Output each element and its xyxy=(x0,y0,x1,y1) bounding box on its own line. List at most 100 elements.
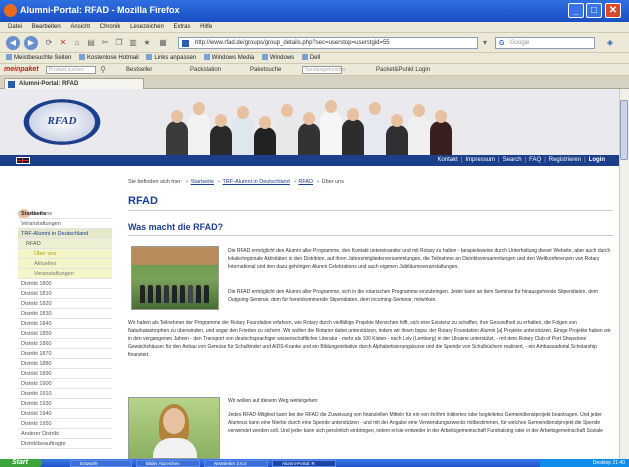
sidebar-item[interactable]: Distrikt 1880 xyxy=(18,359,112,369)
navigation-toolbar: ◀ ▶ ⟳ ✕ ⌂ ▤ ✂ ❐ ▥ ★ ▦ http://www.rfad.de… xyxy=(0,33,629,53)
bookmark-windows[interactable]: Windows xyxy=(262,53,294,64)
url-bar[interactable]: http://www.rfad.de/groups/group_details.… xyxy=(178,37,478,49)
bookmark-dell[interactable]: Dell xyxy=(302,53,320,64)
system-tray: Desktop 21:40 xyxy=(540,459,629,467)
menu-datei[interactable]: Datei xyxy=(8,22,22,33)
breadcrumb-rfad[interactable]: RFAD xyxy=(298,179,313,185)
home-icon[interactable]: ⌂ xyxy=(72,38,82,48)
sidebar-item[interactable]: Distrikt 1830 xyxy=(18,309,112,319)
tab-alumni-portal[interactable]: Alumni-Portal: RFAD xyxy=(4,78,144,89)
sidebar-item[interactable]: Distrikt 1870 xyxy=(18,349,112,359)
packstation-link[interactable]: Packstation xyxy=(190,64,221,76)
addon-icon[interactable]: ◈ xyxy=(605,38,615,48)
meinpaket-logo[interactable]: meinpaket xyxy=(4,64,39,76)
back-button[interactable]: ◀ xyxy=(6,36,20,50)
sidebar-item[interactable]: Distrikt 1890 xyxy=(18,369,112,379)
start-button[interactable]: Start xyxy=(0,459,42,467)
sidebar-item[interactable]: Distrikt 1950 xyxy=(18,419,112,429)
sidebar-item[interactable]: Aktuelles xyxy=(18,259,112,269)
sidebar-item[interactable]: Veranstaltungen xyxy=(18,219,112,229)
product-search-input[interactable]: Produkt suchen xyxy=(46,66,96,74)
bookmark-hotmail[interactable]: Kostenlose Hotmail xyxy=(79,53,139,64)
print-icon[interactable]: ▤ xyxy=(86,38,96,48)
sidebar-item[interactable]: RFAD xyxy=(18,239,112,249)
menu-extras[interactable]: Extras xyxy=(173,22,190,33)
sidebar-item[interactable]: Distriktbeauftragte xyxy=(18,439,112,449)
task-bilder[interactable]: Bilder Abzeichen xyxy=(136,460,200,467)
breadcrumb-startseite[interactable]: Startseite xyxy=(191,179,214,185)
sidebar-item[interactable]: Distrikt 1910 xyxy=(18,389,112,399)
sidebar-item[interactable]: Distrikt 1840 xyxy=(18,319,112,329)
addon-toolbar: meinpaket Produkt suchen ⚲ Bestseller Pa… xyxy=(0,64,629,76)
sidebar-item[interactable]: Distrikt 1930 xyxy=(18,399,112,409)
sidebar-item[interactable]: Distrikt 1820 xyxy=(18,299,112,309)
task-entwuerfe[interactable]: Entwürfe xyxy=(70,460,132,467)
bookmark-meistbesucht[interactable]: Meistbesuchte Seiten xyxy=(6,53,71,64)
maximize-button[interactable]: □ xyxy=(586,3,602,18)
paketsuche-link[interactable]: Paketsuche xyxy=(250,64,281,76)
site-top-navigation: Kontakt | Impressum | Search | FAQ | Registriere… xyxy=(0,155,619,166)
sidebar-item[interactable]: Distrikt 1850 xyxy=(18,329,112,339)
portrait-photo xyxy=(128,397,220,459)
divider xyxy=(128,210,613,211)
task-newsletter[interactable]: Newsletter 2.6.0 xyxy=(204,460,268,467)
paragraph-5: Jedes RFAD-Mitglied kann bei der RFAD di… xyxy=(228,412,603,434)
paragraph-3: Wir haben als Teilnehmer der Programme d… xyxy=(128,320,611,358)
sidebar-item[interactable]: Distrikt 1940 xyxy=(18,409,112,419)
search-link[interactable]: Search xyxy=(503,157,522,163)
menu-chronik[interactable]: Chronik xyxy=(100,22,121,33)
task-alumni-portal[interactable]: Alumni-Portal: R xyxy=(272,460,336,467)
sidebar-item[interactable]: Distrikt 1860 xyxy=(18,339,112,349)
menu-bearbeiten[interactable]: Bearbeiten xyxy=(32,22,61,33)
login-link[interactable]: Login xyxy=(589,157,605,163)
dropdown-icon[interactable]: ▾ xyxy=(480,38,490,48)
bookmark-links-anpassen[interactable]: Links anpassen xyxy=(146,53,196,64)
page-viewport: RFAD Kontakt | Impressum | Search | FAQ | Regist… xyxy=(0,89,629,459)
copy-icon[interactable]: ❐ xyxy=(114,38,124,48)
close-button[interactable]: ✕ xyxy=(605,3,621,18)
sidebar-item[interactable]: Distrikt 1900 xyxy=(18,379,112,389)
sidebar-nav: Startseite Wir über uns Veranstaltungen TRF… xyxy=(18,209,112,449)
login-link[interactable]: Packet&Punkt Login xyxy=(376,64,430,76)
reload-icon[interactable]: ⟳ xyxy=(44,38,54,48)
breadcrumb-trf-alumni[interactable]: TRF-Alumni in Deutschland xyxy=(223,179,290,185)
breadcrumb: Sie befinden sich hier: » Startseite » TRF… xyxy=(128,179,344,185)
bookmark-windows-media[interactable]: Windows Media xyxy=(204,53,254,64)
sidebar-item[interactable]: Distrikt 1810 xyxy=(18,289,112,299)
top-links: Kontakt | Impressum | Search | FAQ | Registriere… xyxy=(437,157,605,163)
tracking-number-input[interactable]: Sendungsnummer xyxy=(302,66,346,74)
uk-flag-icon[interactable] xyxy=(16,157,30,164)
tab-label: Alumni-Portal: RFAD xyxy=(19,81,79,87)
sidebar-item[interactable]: Distrikt 1800 xyxy=(18,279,112,289)
bookmark-icon[interactable]: ★ xyxy=(142,38,152,48)
impressum-link[interactable]: Impressum xyxy=(465,157,495,163)
scrollbar-thumb[interactable] xyxy=(620,100,628,160)
minimize-button[interactable]: _ xyxy=(568,3,584,18)
menu-ansicht[interactable]: Ansicht xyxy=(70,22,90,33)
registrieren-link[interactable]: Registrieren xyxy=(549,157,581,163)
menu-hilfe[interactable]: Hilfe xyxy=(200,22,212,33)
search-input[interactable]: G Google xyxy=(495,37,595,49)
forward-button[interactable]: ▶ xyxy=(24,36,38,50)
faq-link[interactable]: FAQ xyxy=(529,157,541,163)
paste-icon[interactable]: ▥ xyxy=(128,38,138,48)
menu-lesezeichen[interactable]: Lesezeichen xyxy=(130,22,164,33)
paragraph-1: Die RFAD ermöglicht den Alumni aller Pro… xyxy=(228,248,611,270)
stop-icon[interactable]: ✕ xyxy=(58,38,68,48)
search-placeholder: Google xyxy=(510,40,530,46)
tab-favicon-icon xyxy=(8,81,15,88)
bestseller-link[interactable]: Bestseller xyxy=(126,64,152,76)
breadcrumb-prefix: Sie befinden sich hier: xyxy=(128,179,183,185)
paragraph-2: Die RFAD ermöglicht den Alumni aller Pro… xyxy=(228,289,598,303)
breadcrumb-current: Über uns xyxy=(321,179,344,185)
sidebar-item[interactable]: Anderer Distrikt xyxy=(18,429,112,439)
windows-taskbar: Start Entwürfe Bilder Abzeichen Newslett… xyxy=(0,459,629,467)
sidebar-item[interactable]: Über uns xyxy=(18,249,112,259)
kontakt-link[interactable]: Kontakt xyxy=(437,157,457,163)
cut-icon[interactable]: ✂ xyxy=(100,38,110,48)
page-icon[interactable]: ▦ xyxy=(158,38,168,48)
search-icon[interactable]: ⚲ xyxy=(98,65,108,75)
sidebar-item[interactable]: Startseite xyxy=(18,209,46,219)
sidebar-item[interactable]: TRF-Alumni in Deutschland xyxy=(18,229,112,239)
sidebar-item[interactable]: Veranstaltungen xyxy=(18,269,112,279)
